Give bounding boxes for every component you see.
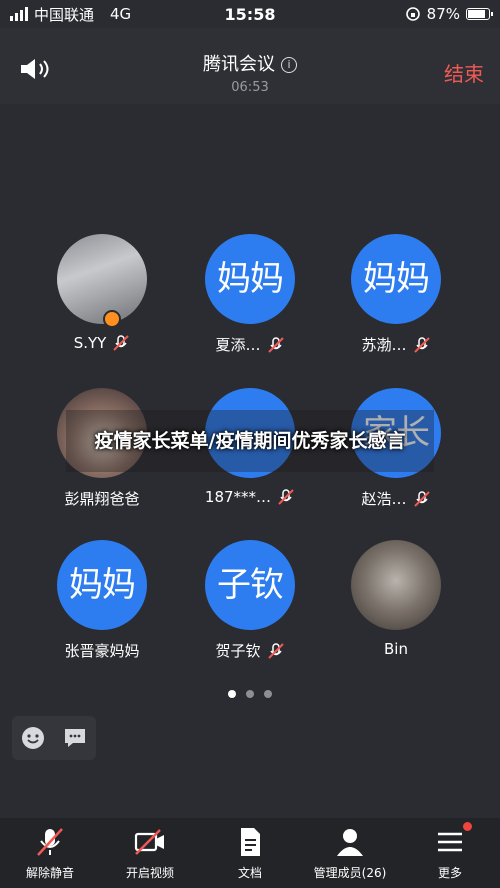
participant-tile[interactable]: 妈妈 张晋豪妈妈 bbox=[32, 540, 172, 661]
participant-name: 夏添… bbox=[215, 336, 261, 354]
info-circle-icon[interactable]: i bbox=[281, 57, 297, 73]
participant-name: 张晋豪妈妈 bbox=[64, 642, 140, 660]
meeting-header: 腾讯会议 i 06:53 结束 bbox=[0, 28, 500, 104]
participant-tile[interactable]: 子钦 贺子钦 bbox=[180, 540, 320, 661]
carrier-label: 中国联通 bbox=[34, 5, 95, 24]
avatar: 子钦 bbox=[205, 540, 295, 630]
end-meeting-button[interactable]: 结束 bbox=[444, 58, 484, 87]
overlay-caption: 疫情家长菜单/疫情期间优秀家长感言 bbox=[66, 410, 434, 472]
unmute-button[interactable]: 解除静音 bbox=[0, 818, 100, 888]
participant-name: Bin bbox=[384, 640, 408, 658]
participant-name: 187***… bbox=[204, 488, 272, 506]
more-button[interactable]: 更多 bbox=[400, 818, 500, 888]
mic-muted-icon bbox=[113, 335, 130, 351]
participant-name: 彭鼎翔爸爸 bbox=[64, 490, 140, 508]
video-off-icon bbox=[134, 829, 164, 855]
network-label: 4G bbox=[110, 5, 132, 23]
participant-tile[interactable]: 妈妈 苏渤… bbox=[326, 234, 466, 355]
rotation-lock-icon bbox=[405, 7, 420, 21]
tool-label: 文档 bbox=[237, 866, 262, 880]
participant-tile[interactable]: Bin bbox=[326, 540, 466, 658]
quick-actions bbox=[12, 716, 96, 760]
mic-muted-icon bbox=[267, 642, 284, 659]
meeting-title: 腾讯会议 bbox=[203, 54, 275, 75]
participant-tile[interactable]: 妈妈 夏添… bbox=[180, 234, 320, 355]
avatar: 妈妈 bbox=[57, 540, 147, 630]
tool-label: 更多 bbox=[437, 866, 462, 880]
participant-name: 贺子钦 bbox=[215, 642, 261, 660]
mic-muted-icon bbox=[37, 828, 63, 856]
notification-dot bbox=[463, 822, 472, 831]
avatar: 妈妈 bbox=[205, 234, 295, 324]
meeting-duration: 06:53 bbox=[231, 80, 269, 95]
start-video-button[interactable]: 开启视频 bbox=[100, 818, 200, 888]
signal-icon bbox=[10, 7, 28, 21]
mic-muted-icon bbox=[413, 336, 430, 353]
participant-name: 苏渤… bbox=[361, 336, 407, 354]
members-icon bbox=[337, 829, 363, 856]
battery-percent: 87% bbox=[426, 5, 460, 23]
participant-tile[interactable]: S.YY bbox=[32, 234, 172, 352]
mic-muted-icon bbox=[267, 336, 284, 353]
avatar bbox=[57, 234, 147, 328]
emoji-icon[interactable] bbox=[20, 725, 46, 751]
tool-label: 开启视频 bbox=[125, 866, 174, 880]
bottom-toolbar: 解除静音 开启视频 文档 管理成员(26) 更多 bbox=[0, 818, 500, 888]
tool-label: 管理成员(26) bbox=[313, 866, 387, 880]
more-menu-icon bbox=[438, 832, 462, 852]
tool-label: 解除静音 bbox=[25, 866, 74, 880]
participant-name: 赵浩… bbox=[361, 490, 407, 508]
participant-name: S.YY bbox=[73, 334, 107, 352]
battery-icon bbox=[466, 8, 493, 20]
page-dot[interactable] bbox=[264, 690, 272, 698]
page-dot[interactable] bbox=[246, 690, 254, 698]
avatar: 妈妈 bbox=[351, 234, 441, 324]
documents-button[interactable]: 文档 bbox=[200, 818, 300, 888]
status-bar: 中国联通 4G 15:58 87% bbox=[0, 0, 500, 28]
avatar bbox=[351, 540, 441, 630]
manage-members-button[interactable]: 管理成员(26) bbox=[300, 818, 400, 888]
host-badge-icon bbox=[103, 310, 121, 328]
page-indicator bbox=[0, 690, 500, 698]
document-icon bbox=[241, 828, 260, 856]
mic-muted-icon bbox=[278, 489, 294, 505]
chat-icon[interactable] bbox=[62, 725, 88, 751]
mic-muted-icon bbox=[413, 490, 430, 507]
participant-grid: S.YY 妈妈 夏添… 妈妈 苏渤… 彭鼎翔爸爸 187***… 家长 赵浩… … bbox=[0, 104, 500, 704]
page-dot[interactable] bbox=[228, 690, 236, 698]
